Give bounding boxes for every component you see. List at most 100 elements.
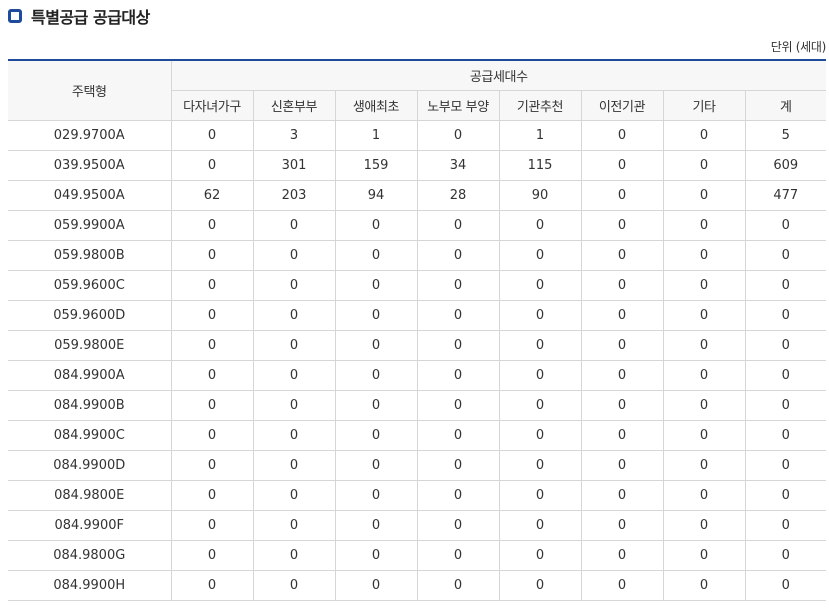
housing-type-cell: 059.9800B [8,240,172,271]
unit-count-cell: 0 [252,390,336,421]
column-header: 노부모 부양 [416,90,500,121]
unit-count-cell: 0 [416,510,500,541]
unit-count-cell: 0 [170,360,254,391]
unit-count-cell: 0 [170,450,254,481]
unit-count-cell: 0 [498,480,582,511]
housing-type-cell: 059.9800E [8,330,172,361]
table-row: 084.9900A 0 0 0 0 0 0 0 0 [8,360,827,391]
unit-count-cell: 0 [744,210,827,241]
unit-count-cell: 0 [498,330,582,361]
table-row: 084.9900D 0 0 0 0 0 0 0 0 [8,450,827,481]
column-header: 이전기관 [580,90,664,121]
unit-count-cell: 0 [580,480,664,511]
unit-count-cell: 0 [580,150,664,181]
housing-type-cell: 059.9600C [8,270,172,301]
unit-count-cell: 0 [252,450,336,481]
unit-count-cell: 34 [416,150,500,181]
unit-count-cell: 0 [252,330,336,361]
unit-count-cell: 0 [662,540,746,571]
unit-count-cell: 5 [744,120,827,151]
unit-count-cell: 0 [498,540,582,571]
housing-type-cell: 084.9900A [8,360,172,391]
unit-count-cell: 0 [662,570,746,601]
unit-count-cell: 0 [252,570,336,601]
supply-units-header: 공급세대수 [170,59,827,91]
table-row: 059.9600C 0 0 0 0 0 0 0 0 [8,270,827,301]
unit-count-cell: 0 [580,360,664,391]
table-row: 049.9500A 62 203 94 28 90 0 0 477 [8,180,827,211]
unit-count-cell: 0 [744,450,827,481]
unit-count-cell: 0 [662,180,746,211]
unit-count-cell: 0 [580,330,664,361]
housing-type-cell: 084.9900H [8,570,172,601]
unit-count-cell: 0 [170,240,254,271]
unit-count-cell: 0 [498,390,582,421]
unit-count-cell: 0 [662,510,746,541]
unit-count-cell: 1 [334,120,418,151]
unit-count-cell: 0 [744,360,827,391]
unit-count-cell: 0 [662,390,746,421]
table-row: 029.9700A 0 3 1 0 1 0 0 5 [8,120,827,151]
table-row: 084.9900C 0 0 0 0 0 0 0 0 [8,420,827,451]
unit-count-cell: 0 [416,120,500,151]
unit-count-cell: 0 [334,480,418,511]
unit-count-cell: 0 [252,240,336,271]
unit-count-cell: 0 [252,540,336,571]
housing-type-cell: 039.9500A [8,150,172,181]
unit-count-cell: 301 [252,150,336,181]
unit-count-cell: 0 [580,540,664,571]
unit-count-cell: 0 [662,270,746,301]
section-header: 특별공급 공급대상 [8,5,150,27]
unit-count-cell: 0 [334,300,418,331]
unit-count-cell: 0 [744,510,827,541]
unit-count-cell: 0 [580,420,664,451]
table-row: 084.9800E 0 0 0 0 0 0 0 0 [8,480,827,511]
column-header: 신혼부부 [252,90,336,121]
unit-count-cell: 0 [580,210,664,241]
unit-count-cell: 0 [416,450,500,481]
unit-count-cell: 0 [498,240,582,271]
table-row: 059.9800B 0 0 0 0 0 0 0 0 [8,240,827,271]
unit-count-cell: 0 [170,330,254,361]
unit-count-cell: 0 [498,570,582,601]
unit-count-cell: 0 [334,240,418,271]
unit-count-cell: 0 [334,450,418,481]
unit-count-cell: 0 [580,300,664,331]
unit-count-cell: 0 [170,480,254,511]
column-header: 계 [744,90,827,121]
unit-count-cell: 0 [580,180,664,211]
unit-count-cell: 0 [498,270,582,301]
unit-count-cell: 203 [252,180,336,211]
unit-count-cell: 0 [416,420,500,451]
unit-count-cell: 0 [498,510,582,541]
unit-count-cell: 0 [580,120,664,151]
unit-count-cell: 0 [416,330,500,361]
special-supply-table: 주택형 공급세대수 다자녀가구 신혼부부 생애최초 노부모 부양 기관추천 이전기관 기타 계… [8,59,827,601]
unit-count-cell: 90 [498,180,582,211]
unit-count-cell: 0 [170,570,254,601]
unit-count-cell: 0 [662,330,746,361]
unit-count-cell: 0 [170,300,254,331]
housing-type-cell: 059.9600D [8,300,172,331]
unit-count-cell: 0 [170,150,254,181]
table-row: 084.9800G 0 0 0 0 0 0 0 0 [8,540,827,571]
unit-count-cell: 0 [334,270,418,301]
unit-count-cell: 0 [580,270,664,301]
unit-count-cell: 0 [744,240,827,271]
unit-count-cell: 0 [744,480,827,511]
table-row: 084.9900H 0 0 0 0 0 0 0 0 [8,570,827,601]
housing-type-cell: 084.9900F [8,510,172,541]
unit-count-cell: 0 [580,390,664,421]
unit-count-cell: 62 [170,180,254,211]
unit-count-cell: 3 [252,120,336,151]
housing-type-cell: 084.9900C [8,420,172,451]
unit-count-cell: 0 [416,300,500,331]
unit-count-cell: 0 [170,210,254,241]
housing-type-cell: 084.9800G [8,540,172,571]
unit-count-cell: 0 [170,420,254,451]
unit-count-cell: 94 [334,180,418,211]
unit-count-cell: 0 [498,360,582,391]
housing-type-cell: 059.9900A [8,210,172,241]
housing-type-cell: 084.9900D [8,450,172,481]
unit-count-cell: 0 [662,450,746,481]
